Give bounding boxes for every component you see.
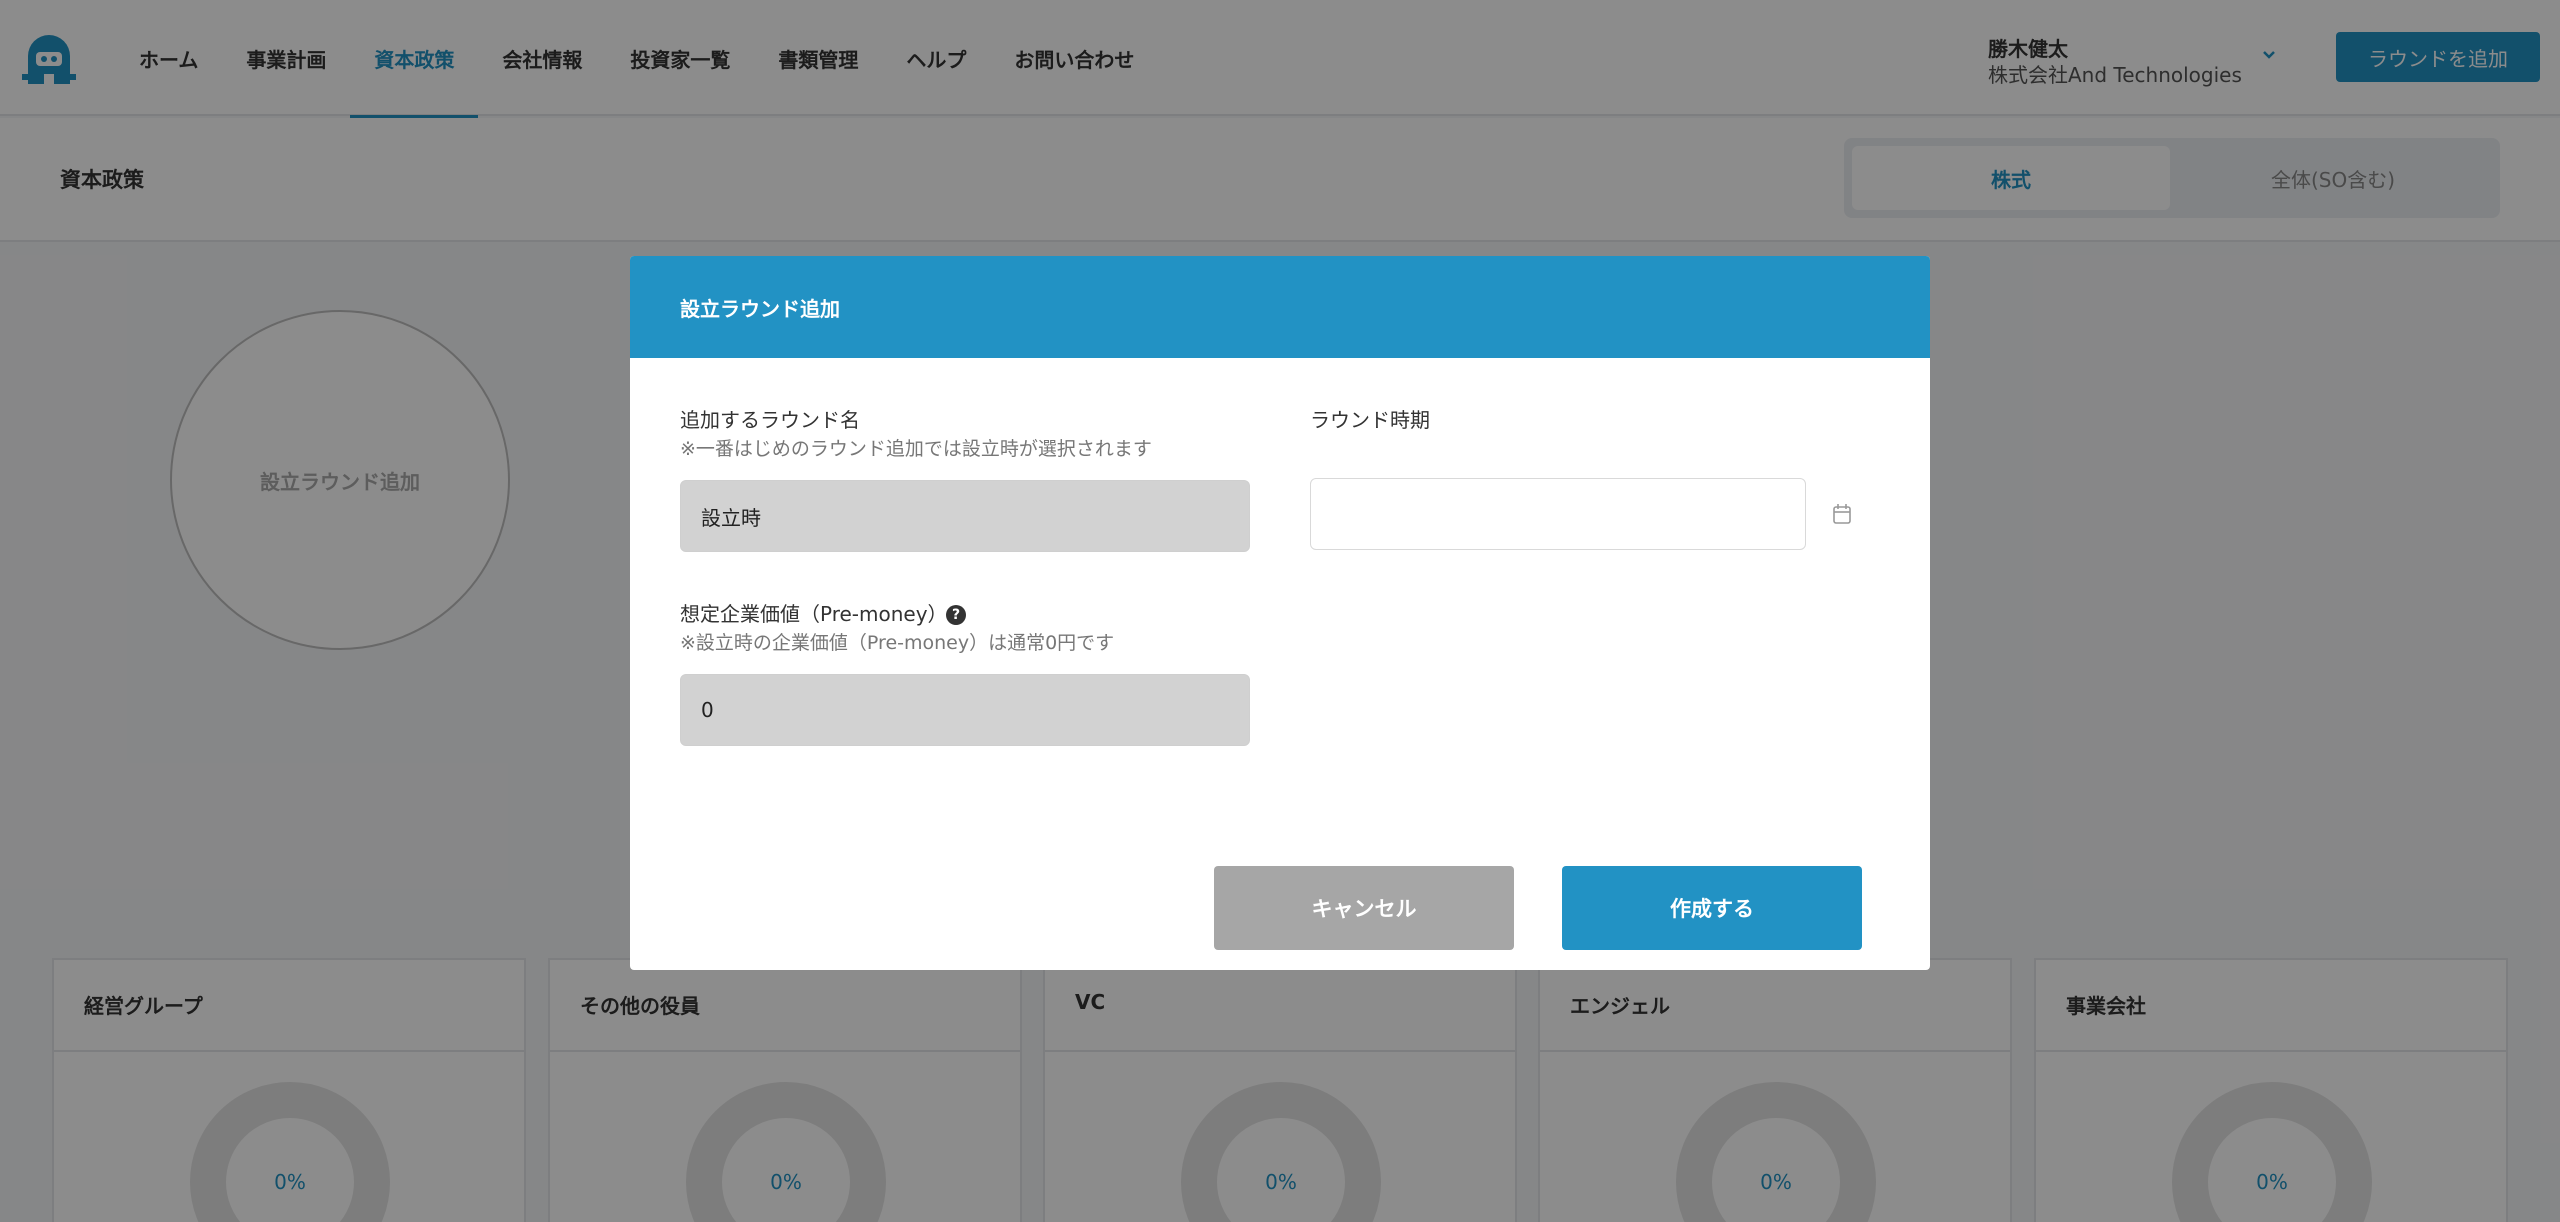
round-date-label: ラウンド時期 <box>1310 408 1430 432</box>
add-founding-round-modal: 設立ラウンド追加 追加するラウンド名 ※一番はじめのラウンド追加では設立時が選択… <box>630 256 1930 970</box>
valuation-label: 想定企業価値（Pre-money） <box>680 602 948 626</box>
valuation-field[interactable]: 0 <box>680 674 1250 746</box>
calendar-icon[interactable] <box>1832 503 1852 525</box>
round-date-field[interactable] <box>1310 478 1806 550</box>
modal-title: 設立ラウンド追加 <box>680 296 840 321</box>
modal-header: 設立ラウンド追加 <box>630 256 1930 358</box>
create-button[interactable]: 作成する <box>1562 866 1862 950</box>
help-icon[interactable]: ? <box>946 605 966 625</box>
cancel-button[interactable]: キャンセル <box>1214 866 1514 950</box>
round-name-note: ※一番はじめのラウンド追加では設立時が選択されます <box>680 438 1152 460</box>
round-name-field[interactable]: 設立時 <box>680 480 1250 552</box>
valuation-note: ※設立時の企業価値（Pre-money）は通常0円です <box>680 632 1115 654</box>
round-name-label: 追加するラウンド名 <box>680 408 860 432</box>
